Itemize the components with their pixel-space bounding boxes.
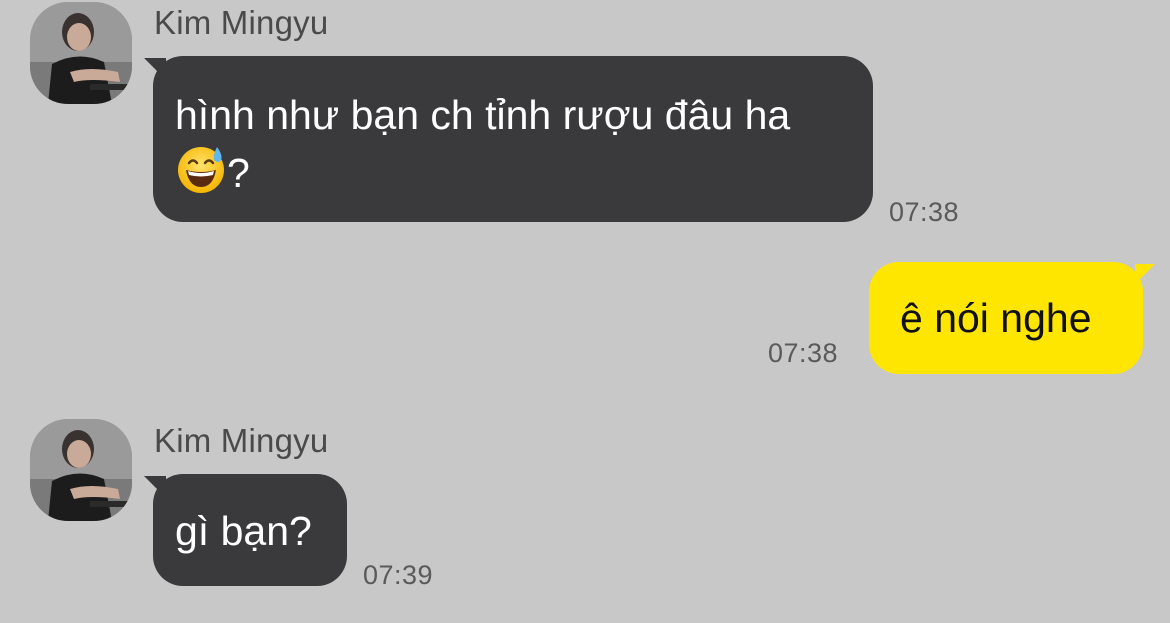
message-timestamp: 07:38	[889, 197, 960, 227]
message-bubble-incoming[interactable]: hình như bạn ch tỉnh rượu đâu ha ?	[153, 56, 873, 222]
message-timestamp: 07:38	[768, 338, 839, 368]
message-text: gì bạn?	[175, 508, 312, 554]
profile-photo-icon	[30, 419, 132, 521]
sender-name: Kim Mingyu	[154, 422, 329, 459]
message-timestamp: 07:39	[363, 560, 434, 590]
message-text: ê nói nghe	[900, 295, 1092, 341]
grinning-face-with-sweat-icon	[175, 143, 227, 195]
message-text-line: hình như bạn ch tỉnh rượu đâu ha	[175, 92, 791, 138]
message-bubble-incoming[interactable]: gì bạn?	[153, 474, 347, 586]
avatar[interactable]	[30, 419, 132, 521]
bubble-tail	[1135, 264, 1155, 284]
profile-photo-icon	[30, 2, 132, 104]
sender-name: Kim Mingyu	[154, 4, 329, 41]
message-text-line: ?	[175, 143, 849, 199]
message-bubble-outgoing[interactable]: ê nói nghe	[869, 262, 1143, 374]
message-text-suffix: ?	[227, 150, 250, 196]
avatar[interactable]	[30, 2, 132, 104]
